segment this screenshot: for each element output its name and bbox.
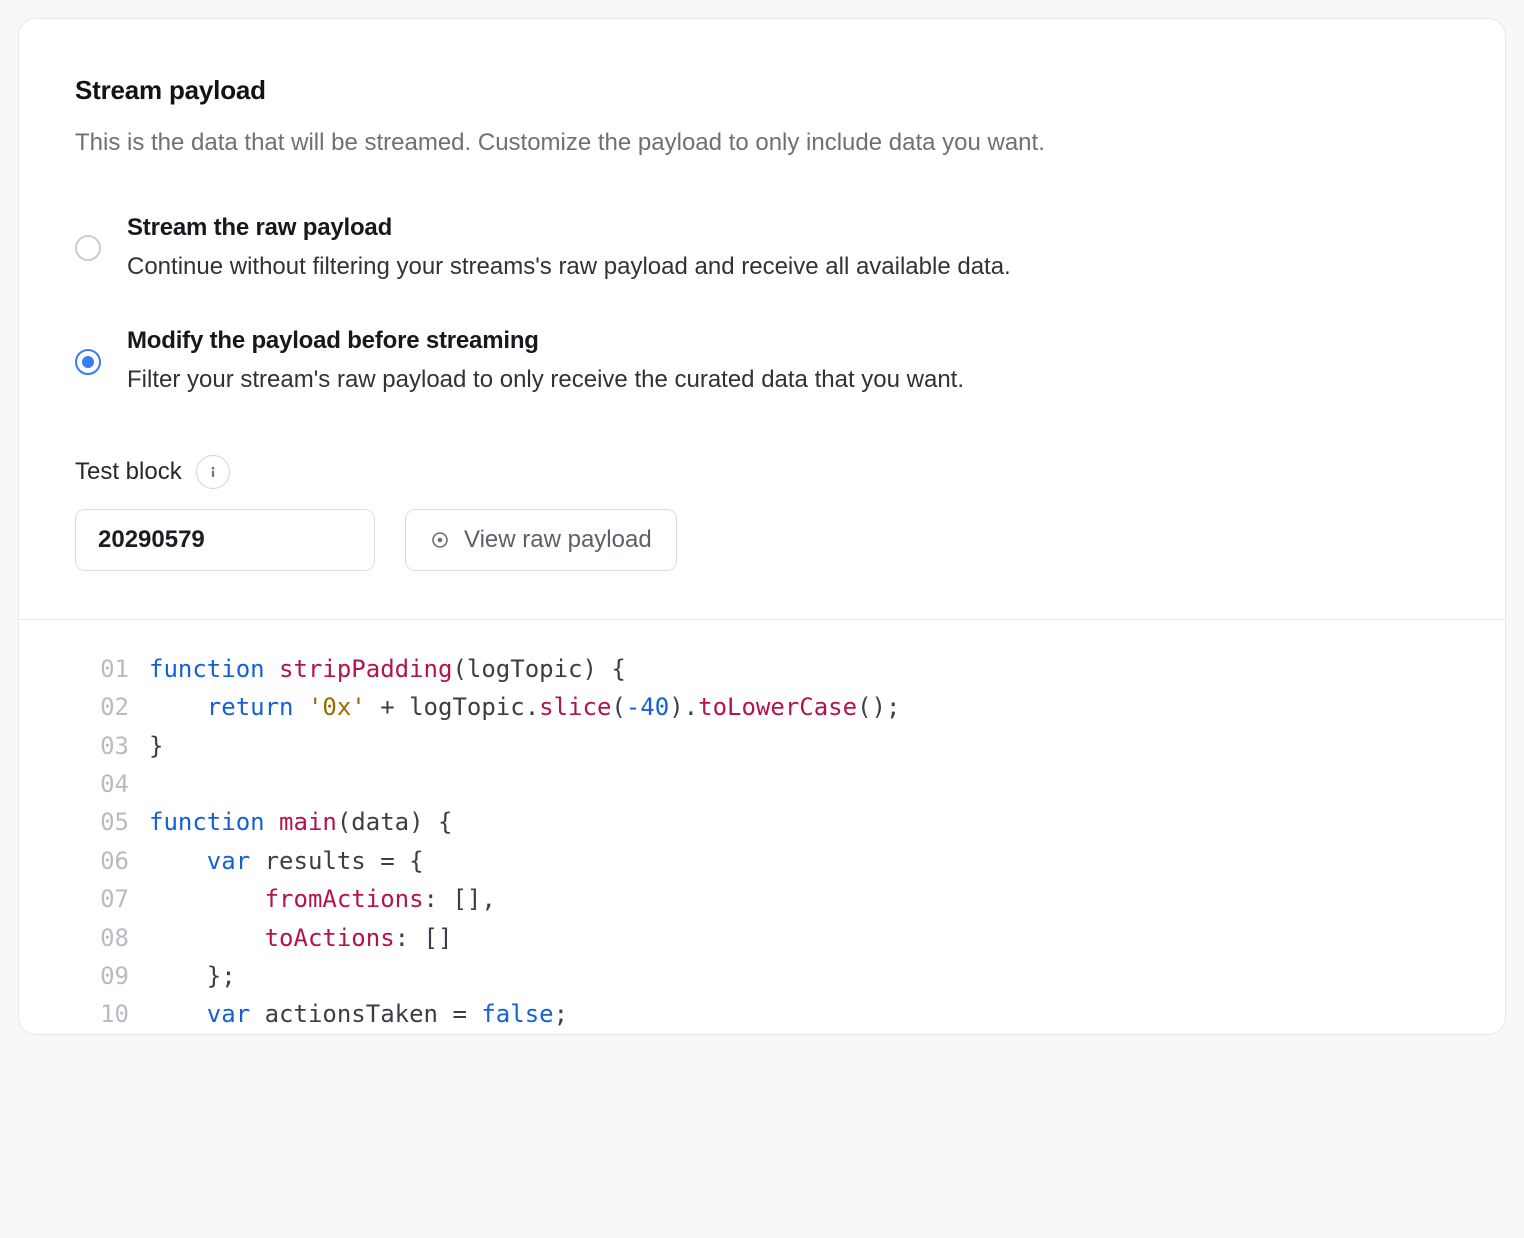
code-editor[interactable]: 01function stripPadding(logTopic) {02 re… xyxy=(19,619,1505,1034)
code-content: var actionsTaken = false; xyxy=(149,995,568,1033)
option-stream-raw-desc: Continue without filtering your streams'… xyxy=(127,250,1011,284)
line-number: 02 xyxy=(83,688,129,726)
code-content: return '0x' + logTopic.slice(-40).toLowe… xyxy=(149,688,900,726)
code-line: 08 toActions: [] xyxy=(19,919,1505,957)
test-block-label: Test block xyxy=(75,458,182,486)
line-number: 09 xyxy=(83,957,129,995)
code-line: 07 fromActions: [], xyxy=(19,880,1505,918)
radio-stream-raw[interactable] xyxy=(75,235,101,261)
code-line: 02 return '0x' + logTopic.slice(-40).toL… xyxy=(19,688,1505,726)
code-line: 09 }; xyxy=(19,957,1505,995)
code-line: 04 xyxy=(19,765,1505,803)
code-content: toActions: [] xyxy=(149,919,452,957)
option-modify-payload-desc: Filter your stream's raw payload to only… xyxy=(127,363,964,397)
section-title: Stream payload xyxy=(75,75,1449,106)
line-number: 01 xyxy=(83,650,129,688)
test-block-input[interactable] xyxy=(75,509,375,571)
option-stream-raw[interactable]: Stream the raw payload Continue without … xyxy=(75,214,1449,284)
code-content: fromActions: [], xyxy=(149,880,496,918)
code-line: 10 var actionsTaken = false; xyxy=(19,995,1505,1033)
section-subtitle: This is the data that will be streamed. … xyxy=(75,126,1449,160)
view-raw-payload-label: View raw payload xyxy=(464,526,652,554)
code-content: var results = { xyxy=(149,842,424,880)
code-line: 05 function main(data) { xyxy=(19,803,1505,841)
code-content: function main(data) { xyxy=(149,803,452,841)
payload-options: Stream the raw payload Continue without … xyxy=(75,214,1449,397)
line-number: 08 xyxy=(83,919,129,957)
code-line: 01 function stripPadding(logTopic) { xyxy=(19,650,1505,688)
view-raw-payload-button[interactable]: View raw payload xyxy=(405,509,677,571)
code-line: 06 var results = { xyxy=(19,842,1505,880)
line-number: 07 xyxy=(83,880,129,918)
line-number: 05 xyxy=(83,803,129,841)
option-modify-payload[interactable]: Modify the payload before streaming Filt… xyxy=(75,327,1449,397)
option-stream-raw-title: Stream the raw payload xyxy=(127,214,1011,242)
info-icon[interactable] xyxy=(196,455,230,489)
radio-modify-payload[interactable] xyxy=(75,349,101,375)
stream-payload-card: Stream payload This is the data that wil… xyxy=(18,18,1506,1035)
code-content: function stripPadding(logTopic) { xyxy=(149,650,626,688)
line-number: 04 xyxy=(83,765,129,803)
line-number: 10 xyxy=(83,995,129,1033)
eye-target-icon xyxy=(430,530,450,550)
option-modify-payload-title: Modify the payload before streaming xyxy=(127,327,964,355)
code-content: } xyxy=(149,727,163,765)
code-line: 03} xyxy=(19,727,1505,765)
code-content: }; xyxy=(149,957,236,995)
line-number: 03 xyxy=(83,727,129,765)
line-number: 06 xyxy=(83,842,129,880)
